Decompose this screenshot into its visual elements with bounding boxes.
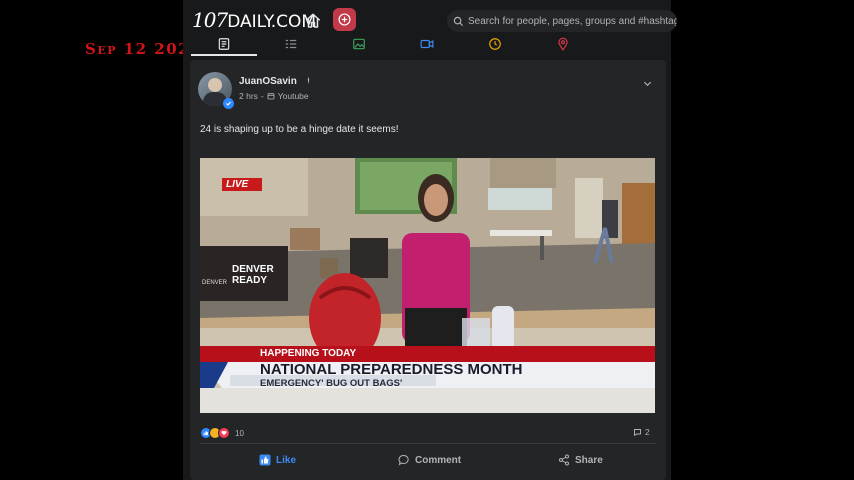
lower-third-kicker: HAPPENING TODAY <box>260 348 357 359</box>
plus-circle-icon <box>338 13 351 26</box>
meta-separator: - <box>260 91 264 101</box>
logo-text: DAILY.COM <box>227 12 317 32</box>
search-bar[interactable]: Search for people, pages, groups and #ha… <box>447 10 677 32</box>
search-icon <box>453 16 464 26</box>
reaction-summary[interactable]: 10 <box>200 427 244 439</box>
clock-icon[interactable] <box>488 37 502 51</box>
pro-badge-icon <box>307 76 309 85</box>
divider <box>200 443 656 444</box>
author-name: JuanOSavin <box>239 76 297 87</box>
post-meta: 2 hrs - Youtube <box>239 91 309 101</box>
location-icon[interactable] <box>556 37 570 51</box>
live-badge: LIVE <box>226 179 249 190</box>
logo-number: 107 <box>192 8 228 32</box>
post-text: 24 is shaping up to be a hinge date it s… <box>200 124 399 135</box>
app-window: 107DAILY.COM Search for people, pages, g… <box>183 0 677 480</box>
image-icon[interactable] <box>352 37 366 51</box>
nav-tabs <box>183 34 671 56</box>
lower-third-subline: EMERGENCY' BUG OUT BAGS' <box>260 378 403 389</box>
feed-icon[interactable] <box>217 37 231 51</box>
banner-text: DENVER READY <box>232 264 274 286</box>
heart-mini-icon <box>221 430 227 436</box>
love-reaction-icon <box>218 427 230 439</box>
top-bar: 107DAILY.COM Search for people, pages, g… <box>183 0 677 58</box>
list-icon[interactable] <box>284 37 298 51</box>
post-source: Youtube <box>277 91 309 101</box>
lower-third-headline: NATIONAL PREPAREDNESS MONTH <box>260 361 523 378</box>
share-label: Share <box>575 454 603 466</box>
video-player[interactable]: LIVE DENVER READY DENVER HAPPENING TODAY… <box>200 158 655 413</box>
banner-small-text: DENVER <box>202 280 228 286</box>
active-tab-indicator <box>191 54 257 56</box>
post-time[interactable]: 2 hrs <box>239 91 258 101</box>
comment-count-link[interactable]: 2 <box>633 427 650 437</box>
comment-label: Comment <box>415 454 462 466</box>
home-icon[interactable] <box>304 12 322 30</box>
like-label: Like <box>276 454 297 466</box>
post-author[interactable]: JuanOSavin <box>239 76 313 87</box>
search-input[interactable]: Search for people, pages, groups and #ha… <box>468 16 677 27</box>
share-button[interactable]: Share <box>558 454 603 466</box>
post-card: JuanOSavin 2 hrs - Youtube 24 is shaping… <box>190 60 666 480</box>
video-icon[interactable] <box>420 37 434 51</box>
comment-count: 2 <box>645 427 650 437</box>
post-options-chevron-icon[interactable] <box>642 78 653 89</box>
calendar-icon <box>267 93 275 100</box>
verified-badge-icon <box>223 98 234 109</box>
site-logo[interactable]: 107DAILY.COM <box>192 8 316 32</box>
check-icon <box>226 101 231 106</box>
share-icon <box>559 454 569 466</box>
comment-bubble-icon <box>634 428 641 436</box>
avatar-head <box>208 78 222 92</box>
comment-button[interactable]: Comment <box>398 454 461 466</box>
like-button[interactable]: Like <box>259 454 296 466</box>
comment-icon <box>398 454 409 466</box>
thumbs-up-icon <box>259 454 271 466</box>
create-post-button[interactable] <box>333 8 356 31</box>
reaction-count: 10 <box>235 428 244 438</box>
